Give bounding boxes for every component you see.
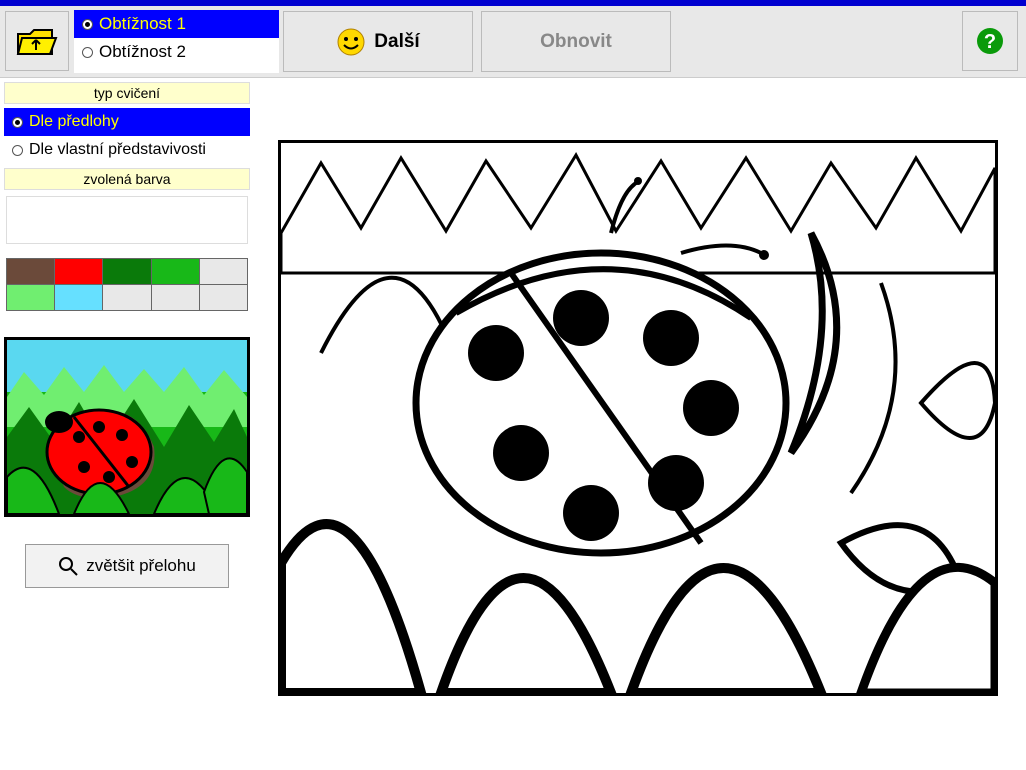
exercise-option-freeform[interactable]: Dle vlastní představivosti [4, 136, 250, 164]
color-swatch-empty [200, 285, 248, 311]
ladybug-outline-image [281, 143, 995, 693]
difficulty-label: Obtížnost 1 [99, 14, 186, 34]
selected-color-preview [6, 196, 248, 244]
next-button[interactable]: Další [283, 11, 473, 72]
radio-icon [82, 47, 93, 58]
exercise-option-label: Dle vlastní představivosti [29, 141, 206, 159]
refresh-label: Obnovit [540, 31, 612, 53]
sidebar: typ cvičení Dle předlohy Dle vlastní pře… [0, 78, 254, 770]
difficulty-option-1[interactable]: Obtížnost 1 [74, 10, 279, 38]
color-swatch[interactable] [152, 259, 200, 285]
color-swatch-empty [103, 285, 151, 311]
color-swatch[interactable] [7, 259, 55, 285]
svg-text:?: ? [984, 31, 996, 53]
smiley-icon [336, 27, 366, 57]
zoom-label: zvětšit přelohu [86, 556, 196, 576]
exercise-type-header: typ cvičení [4, 82, 250, 104]
difficulty-option-2[interactable]: Obtížnost 2 [74, 38, 279, 66]
canvas-area [254, 78, 1026, 770]
help-button[interactable]: ? [962, 11, 1018, 71]
difficulty-label: Obtížnost 2 [99, 42, 186, 62]
folder-up-icon [16, 24, 58, 58]
next-label: Další [374, 31, 419, 53]
toolbar: Obtížnost 1 Obtížnost 2 Další Obnovit ? [0, 6, 1026, 78]
exercise-option-template[interactable]: Dle předlohy [4, 108, 250, 136]
refresh-button[interactable]: Obnovit [481, 11, 671, 72]
ladybug-thumbnail-image [4, 337, 250, 517]
help-icon: ? [975, 26, 1005, 56]
color-swatch[interactable] [103, 259, 151, 285]
color-swatch[interactable] [55, 259, 103, 285]
zoom-template-button[interactable]: zvětšit přelohu [25, 544, 229, 588]
color-palette [6, 258, 248, 311]
exercise-type-selector: Dle předlohy Dle vlastní představivosti [4, 108, 250, 164]
radio-icon [82, 19, 93, 30]
selected-color-header: zvolená barva [4, 168, 250, 190]
color-swatch[interactable] [7, 285, 55, 311]
radio-icon [12, 117, 23, 128]
difficulty-selector: Obtížnost 1 Obtížnost 2 [74, 10, 279, 73]
color-swatch-empty [200, 259, 248, 285]
magnifier-icon [58, 556, 78, 576]
coloring-canvas[interactable] [278, 140, 998, 696]
open-folder-button[interactable] [5, 11, 69, 71]
color-swatch-empty [152, 285, 200, 311]
color-swatch[interactable] [55, 285, 103, 311]
exercise-option-label: Dle předlohy [29, 113, 119, 131]
template-thumbnail [4, 337, 250, 520]
radio-icon [12, 145, 23, 156]
